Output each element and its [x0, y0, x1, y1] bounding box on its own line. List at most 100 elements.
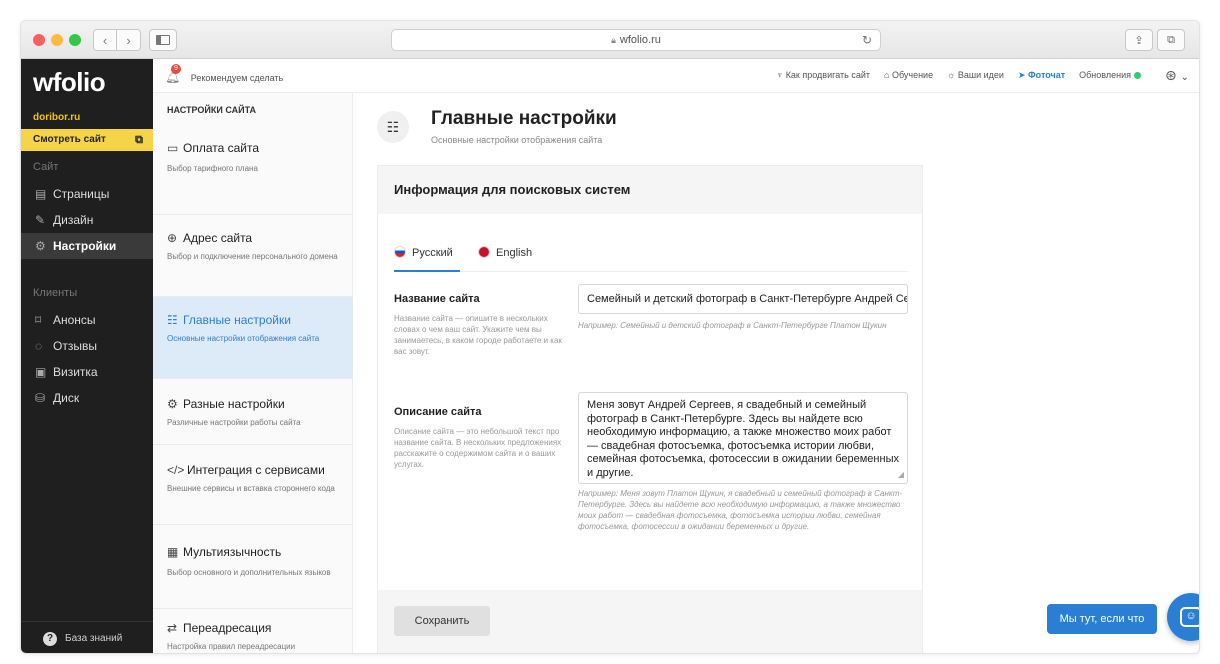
photochat-link[interactable]: ➤ Фоточат — [1018, 70, 1065, 81]
page-title: Главные настройки — [431, 108, 617, 129]
knowledge-base-link[interactable]: ? База знаний — [21, 621, 153, 653]
chat-icon: ◌ — [35, 339, 43, 353]
recommendations-link[interactable]: 🔔︎ 9 Рекомендуем сделать — [165, 64, 283, 84]
settings-item-title: Интеграция с сервисами — [187, 463, 325, 477]
brush-icon: ✎ — [35, 213, 46, 227]
settings-item-desc: Настройка правил переадресации — [167, 642, 296, 651]
share-button[interactable]: ⇪ — [1125, 29, 1153, 51]
learning-link[interactable]: ⌂ Обучение — [884, 70, 933, 81]
sidebar-item-label: Отзывы — [53, 339, 97, 353]
site-name-help: Название сайта — опишите в нескольких сл… — [394, 314, 562, 356]
globe-icon: ⊕ — [167, 231, 178, 245]
gear-icon: ⚙ — [35, 239, 46, 253]
save-bar: Сохранить — [378, 590, 922, 653]
site-domain[interactable]: doribor.ru — [33, 112, 80, 123]
share-icon: ⇪ — [1134, 34, 1144, 47]
settings-item-payment[interactable]: ▭ Оплата сайта Выбор тарифного плана — [153, 129, 353, 215]
chevron-down-icon: ⌄ — [1180, 72, 1189, 83]
view-site-button[interactable]: Смотреть сайт ⧉ — [21, 129, 153, 151]
tabs-button[interactable]: ⧉ — [1157, 29, 1185, 51]
lock-icon: 🔒︎ — [611, 34, 616, 45]
address-bar[interactable]: 🔒︎ wfolio.ru ↻ — [391, 29, 881, 51]
sliders-icon: ☷ — [377, 111, 409, 143]
account-menu[interactable]: ⊛ ⌄ — [1165, 67, 1189, 84]
bell-icon: 🔔︎ 9 — [165, 64, 181, 84]
learning-label: Обучение — [891, 70, 934, 80]
back-button[interactable]: ‹ — [93, 29, 117, 51]
sidebar-item-disk[interactable]: ⛁ Диск — [21, 385, 153, 411]
sidebar-item-reviews[interactable]: ◌ Отзывы — [21, 333, 153, 359]
sidebar-item-label: Дизайн — [53, 213, 94, 227]
settings-item-misc[interactable]: ⚙ Разные настройки Различные настройки ра… — [153, 379, 353, 445]
minimize-window-button[interactable] — [51, 34, 63, 46]
knowledge-base-label: База знаний — [65, 633, 123, 644]
graduation-icon: ⌂ — [883, 70, 890, 80]
sidebar-item-announcements[interactable]: ⌑ Анонсы — [21, 307, 153, 333]
forward-button[interactable]: › — [117, 29, 141, 51]
settings-item-title: Разные настройки — [183, 397, 285, 411]
settings-item-desc: Основные настройки отображения сайта — [167, 334, 320, 343]
sidebar-item-design[interactable]: ✎ Дизайн — [21, 207, 153, 233]
ideas-label: Ваши идеи — [957, 70, 1004, 80]
sidebar-item-label: Диск — [53, 391, 80, 405]
logo[interactable]: wfolio — [33, 67, 106, 98]
settings-item-desc: Различные настройки работы сайта — [167, 418, 301, 427]
tips-icon: ♆ — [776, 70, 784, 80]
settings-item-address[interactable]: ⊕ Адрес сайта Выбор и подключение персона… — [153, 215, 353, 297]
updates-link[interactable]: Обновления — [1079, 70, 1141, 81]
card-title: Информация для поисковых систем — [378, 166, 922, 214]
site-description-label: Описание сайта — [394, 406, 482, 418]
maximize-window-button[interactable] — [69, 34, 81, 46]
browser-window: ‹ › 🔒︎ wfolio.ru ↻ ⇪ ⧉ wfolio doribor.ru… — [20, 20, 1200, 654]
resize-handle-icon[interactable]: ◢ — [898, 468, 904, 482]
sidebar-toggle-button[interactable] — [149, 29, 177, 51]
sidebar-item-card[interactable]: ▣ Визитка — [21, 359, 153, 385]
settings-item-desc: Выбор основного и дополнительных языков — [167, 568, 331, 577]
external-link-icon: ⧉ — [135, 134, 143, 146]
sliders-icon: ☷ — [167, 313, 178, 327]
sidebar-item-label: Настройки — [53, 239, 117, 253]
sidebar-item-pages[interactable]: ▤ Страницы — [21, 181, 153, 207]
lightbulb-icon: ☼ — [947, 70, 956, 80]
tab-label: English — [496, 247, 533, 259]
megaphone-icon: ⌑ — [35, 313, 42, 327]
sidebar-item-label: Анонсы — [53, 313, 96, 327]
save-button[interactable]: Сохранить — [394, 606, 490, 636]
sidebar-item-settings[interactable]: ⚙ Настройки — [21, 233, 153, 259]
site-description-textarea[interactable]: Меня зовут Андрей Сергеев, я свадебный и… — [578, 392, 908, 484]
page-icon: ▤ — [35, 187, 47, 201]
close-window-button[interactable] — [33, 34, 45, 46]
arrows-icon: ⇄ — [167, 621, 178, 635]
updates-label: Обновления — [1079, 70, 1131, 80]
tab-label: Русский — [412, 247, 453, 259]
settings-header: НАСТРОЙКИ САЙТА — [167, 105, 257, 115]
chat-smile-icon: ☺ — [1180, 607, 1199, 627]
reload-icon[interactable]: ↻ — [862, 33, 872, 47]
help-icon: ? — [43, 632, 57, 646]
ideas-link[interactable]: ☼ Ваши идеи — [947, 70, 1004, 81]
promote-link[interactable]: ♆ Как продвигать сайт — [776, 70, 870, 81]
site-name-input[interactable]: Семейный и детский фотограф в Санкт-Пете… — [578, 284, 908, 314]
settings-item-main[interactable]: ☷ Главные настройки Основные настройки от… — [153, 297, 353, 379]
settings-item-integration[interactable]: </> Интеграция с сервисами Внешние сервис… — [153, 445, 353, 525]
settings-item-title: Оплата сайта — [183, 141, 260, 155]
settings-nav: НАСТРОЙКИ САЙТА ▭ Оплата сайта Выбор тари… — [153, 93, 353, 653]
sidebar-item-label: Визитка — [53, 365, 98, 379]
settings-item-multilang[interactable]: ▦ Мультиязычность Выбор основного и допол… — [153, 525, 353, 609]
language-tabs: Русский English — [394, 242, 908, 272]
browser-toolbar: ‹ › 🔒︎ wfolio.ru ↻ ⇪ ⧉ — [21, 21, 1199, 59]
url-text: wfolio.ru — [619, 34, 661, 46]
page-subtitle: Основные настройки отображения сайта — [431, 135, 603, 145]
site-description-help: Описание сайта — это небольшой текст про… — [394, 427, 562, 469]
chat-prompt-label[interactable]: Мы тут, если что — [1047, 604, 1157, 634]
seo-card: Информация для поисковых систем Русский … — [377, 165, 923, 653]
active-tab-indicator — [394, 270, 460, 272]
site-description-example: Например: Меня зовут Платон Щукин, я сва… — [578, 489, 903, 531]
status-dot-icon — [1134, 72, 1141, 80]
site-name-label: Название сайта — [394, 293, 480, 305]
tab-russian[interactable]: Русский — [394, 246, 453, 259]
tab-english[interactable]: English — [478, 246, 532, 259]
main-content: ☷ Главные настройки Основные настройки о… — [353, 93, 1199, 653]
settings-item-title: Переадресация — [183, 621, 272, 635]
settings-item-redirect[interactable]: ⇄ Переадресация Настройка правил переадре… — [153, 609, 353, 653]
